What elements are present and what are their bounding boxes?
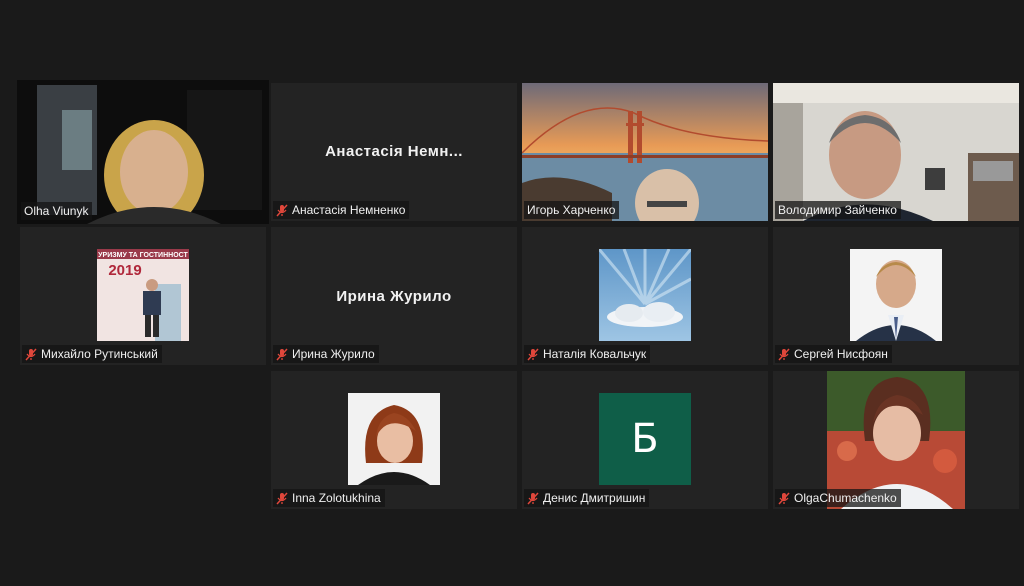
participant-name-label: Денис Дмитришин [524,489,650,507]
participant-name-label: Игорь Харченко [524,201,620,219]
participant-display-name: Анастасія Немн... [325,143,463,160]
participant-tile-volodymyr[interactable]: Володимир Зайченко [773,83,1019,221]
participant-tile-inna[interactable]: Inna Zolotukhina [271,371,517,509]
participant-avatar [850,249,942,341]
avatar-letter: Б [631,416,659,462]
participant-name-label: Inna Zolotukhina [273,489,385,507]
muted-mic-icon [778,491,790,505]
participant-name-label: Володимир Зайченко [775,201,901,219]
participant-avatar: УРИЗМУ ТА ГОСТИННОСТ 2019 [97,249,189,341]
banner-text: УРИЗМУ ТА ГОСТИННОСТ [98,252,188,259]
muted-mic-icon [276,347,288,361]
participant-tile-mykhailo[interactable]: УРИЗМУ ТА ГОСТИННОСТ 2019 Михайло Рутинс… [20,227,266,365]
participant-tile-anastasia[interactable]: Анастасія Немн... Анастасія Немненко [271,83,517,221]
participant-name-label: Ирина Журило [273,345,379,363]
participant-tile-denys[interactable]: Б Денис Дмитришин [522,371,768,509]
letter-avatar: Б [599,393,691,485]
participant-tile-igor[interactable]: Игорь Харченко [522,83,768,221]
muted-mic-icon [527,491,539,505]
muted-mic-icon [276,491,288,505]
participant-tile-natalia[interactable]: Наталія Ковальчук [522,227,768,365]
participant-tile-sergei[interactable]: Сергей Нисфоян [773,227,1019,365]
muted-mic-icon [276,203,288,217]
banner-year: 2019 [108,262,141,279]
participant-name-label: Михайло Рутинський [22,345,162,363]
participant-name-label: OlgaChumachenko [775,489,901,507]
participant-name-label: Наталія Ковальчук [524,345,651,363]
participant-display-name: Ирина Журило [336,288,452,305]
muted-mic-icon [25,347,37,361]
participant-avatar [599,249,691,341]
participant-name-label: Сергей Нисфоян [775,345,892,363]
muted-mic-icon [527,347,539,361]
participant-tile-iryna[interactable]: Ирина Журило Ирина Журило [271,227,517,365]
participant-avatar [348,393,440,485]
participant-tile-olga[interactable]: OlgaChumachenko [773,371,1019,509]
participant-tile-olha-viunyk[interactable]: Olha Viunyk [17,80,269,224]
muted-mic-icon [778,347,790,361]
participant-name-label: Анастасія Немненко [273,201,410,219]
participant-name-label: Olha Viunyk [21,202,93,220]
